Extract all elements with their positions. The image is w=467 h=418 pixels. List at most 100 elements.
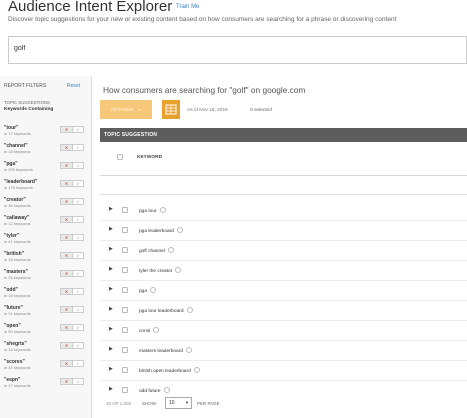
info-icon[interactable] bbox=[150, 287, 157, 293]
export-excel-icon[interactable] bbox=[162, 100, 180, 119]
filter-toggle[interactable]: ✕ ✓ bbox=[60, 360, 84, 367]
row-checkbox[interactable] bbox=[122, 287, 128, 293]
include-icon[interactable]: ✓ bbox=[71, 307, 83, 312]
row-checkbox[interactable] bbox=[122, 267, 128, 273]
info-icon[interactable] bbox=[175, 267, 182, 273]
row-checkbox[interactable] bbox=[122, 207, 128, 213]
filter-toggle[interactable]: ✕ ✓ bbox=[60, 378, 84, 385]
filter-toggle[interactable]: ✕ ✓ bbox=[60, 126, 84, 133]
row-checkbox[interactable] bbox=[122, 367, 128, 373]
include-icon[interactable]: ✓ bbox=[71, 127, 83, 132]
exclude-icon[interactable]: ✕ bbox=[61, 145, 72, 150]
filter-toggle[interactable]: ✕ ✓ bbox=[60, 144, 84, 151]
exclude-icon[interactable]: ✕ bbox=[61, 163, 72, 168]
exclude-icon[interactable]: ✕ bbox=[61, 235, 72, 240]
table-row[interactable]: ▶ pga leaderboard bbox=[100, 222, 467, 241]
include-icon[interactable]: ✓ bbox=[71, 325, 83, 330]
include-icon[interactable]: ✓ bbox=[71, 361, 83, 366]
filter-count: in 31 keywords bbox=[4, 311, 31, 316]
info-icon[interactable] bbox=[176, 227, 183, 233]
expand-arrow-icon[interactable]: ▶ bbox=[109, 347, 113, 352]
filter-count: in 72 keywords bbox=[4, 131, 31, 136]
filter-item: "callaway" in 12 keywords ✕ ✓ bbox=[4, 215, 90, 235]
expand-arrow-icon[interactable]: ▶ bbox=[109, 227, 113, 232]
info-icon[interactable] bbox=[153, 327, 160, 333]
expand-arrow-icon[interactable]: ▶ bbox=[109, 247, 113, 252]
filter-toggle[interactable]: ✕ ✓ bbox=[60, 162, 84, 169]
exclude-icon[interactable]: ✕ bbox=[61, 127, 72, 132]
exclude-icon[interactable]: ✕ bbox=[61, 379, 72, 384]
expand-arrow-icon[interactable]: ▶ bbox=[109, 207, 113, 212]
table-row[interactable]: ▶ pga tour bbox=[100, 202, 467, 221]
actions-button[interactable]: ACTIONS ▼ bbox=[100, 100, 152, 119]
info-icon[interactable] bbox=[159, 207, 166, 213]
filter-toggle[interactable]: ✕ ✓ bbox=[60, 324, 84, 331]
info-icon[interactable] bbox=[193, 367, 200, 373]
exclude-icon[interactable]: ✕ bbox=[61, 325, 72, 330]
info-icon[interactable] bbox=[163, 387, 170, 393]
include-icon[interactable]: ✓ bbox=[71, 199, 83, 204]
reset-link[interactable]: Reset bbox=[67, 83, 80, 89]
keyword-column-header[interactable]: KEYWORD bbox=[137, 155, 162, 160]
row-checkbox[interactable] bbox=[122, 247, 128, 253]
row-checkbox[interactable] bbox=[122, 387, 128, 393]
include-icon[interactable]: ✓ bbox=[71, 217, 83, 222]
exclude-icon[interactable]: ✕ bbox=[61, 271, 72, 276]
exclude-icon[interactable]: ✕ bbox=[61, 199, 72, 204]
row-checkbox[interactable] bbox=[122, 227, 128, 233]
filter-toggle[interactable]: ✕ ✓ bbox=[60, 252, 84, 259]
expand-arrow-icon[interactable]: ▶ bbox=[109, 307, 113, 312]
exclude-icon[interactable]: ✕ bbox=[61, 217, 72, 222]
per-page-select[interactable]: 10 ▼ bbox=[165, 397, 192, 409]
expand-arrow-icon[interactable]: ▶ bbox=[109, 387, 113, 392]
include-icon[interactable]: ✓ bbox=[71, 289, 83, 294]
include-icon[interactable]: ✓ bbox=[71, 163, 83, 168]
row-checkbox[interactable] bbox=[122, 347, 128, 353]
include-icon[interactable]: ✓ bbox=[71, 253, 83, 258]
train-me-link[interactable]: Train Me bbox=[176, 4, 199, 10]
exclude-icon[interactable]: ✕ bbox=[61, 343, 72, 348]
include-icon[interactable]: ✓ bbox=[71, 145, 83, 150]
filter-toggle[interactable]: ✕ ✓ bbox=[60, 342, 84, 349]
page-subtitle: Discover topic suggestions for your new … bbox=[8, 16, 397, 23]
exclude-icon[interactable]: ✕ bbox=[61, 181, 72, 186]
expand-arrow-icon[interactable]: ▶ bbox=[109, 267, 113, 272]
expand-arrow-icon[interactable]: ▶ bbox=[109, 367, 113, 372]
include-icon[interactable]: ✓ bbox=[71, 379, 83, 384]
search-box[interactable] bbox=[8, 36, 467, 64]
filter-toggle[interactable]: ✕ ✓ bbox=[60, 270, 84, 277]
table-row[interactable]: ▶ british open leaderboard bbox=[100, 362, 467, 381]
include-icon[interactable]: ✓ bbox=[71, 343, 83, 348]
exclude-icon[interactable]: ✕ bbox=[61, 289, 72, 294]
include-icon[interactable]: ✓ bbox=[71, 181, 83, 186]
table-row[interactable]: ▶ tyler the creator bbox=[100, 262, 467, 281]
exclude-icon[interactable]: ✕ bbox=[61, 361, 72, 366]
table-row[interactable]: ▶ cnnsi bbox=[100, 322, 467, 341]
include-icon[interactable]: ✓ bbox=[71, 271, 83, 276]
filter-toggle[interactable]: ✕ ✓ bbox=[60, 288, 84, 295]
search-input[interactable] bbox=[14, 45, 454, 52]
info-icon[interactable] bbox=[186, 307, 193, 313]
filter-toggle[interactable]: ✕ ✓ bbox=[60, 198, 84, 205]
as-of-date: As of Nov 16, 2016 bbox=[187, 108, 228, 113]
table-row[interactable]: ▶ pga bbox=[100, 282, 467, 301]
info-icon[interactable] bbox=[186, 347, 192, 353]
include-icon[interactable]: ✓ bbox=[71, 235, 83, 240]
row-checkbox[interactable] bbox=[122, 327, 128, 333]
filter-toggle[interactable]: ✕ ✓ bbox=[60, 180, 84, 187]
expand-arrow-icon[interactable]: ▶ bbox=[109, 327, 113, 332]
table-row[interactable]: ▶ pga tour leaderboard bbox=[100, 302, 467, 321]
exclude-icon[interactable]: ✕ bbox=[61, 253, 72, 258]
filter-toggle[interactable]: ✕ ✓ bbox=[60, 306, 84, 313]
info-icon[interactable] bbox=[167, 247, 174, 253]
report-filters-heading: REPORT FILTERS bbox=[4, 83, 47, 89]
select-all-checkbox[interactable] bbox=[117, 154, 123, 160]
table-row[interactable]: ▶ golf channel bbox=[100, 242, 467, 261]
exclude-icon[interactable]: ✕ bbox=[61, 307, 72, 312]
filter-toggle[interactable]: ✕ ✓ bbox=[60, 234, 84, 241]
filter-toggle[interactable]: ✕ ✓ bbox=[60, 216, 84, 223]
expand-arrow-icon[interactable]: ▶ bbox=[109, 287, 113, 292]
table-row[interactable]: ▶ masters leaderboard bbox=[100, 342, 467, 361]
row-checkbox[interactable] bbox=[122, 307, 128, 313]
filter-item: "future" in 31 keywords ✕ ✓ bbox=[4, 305, 90, 325]
